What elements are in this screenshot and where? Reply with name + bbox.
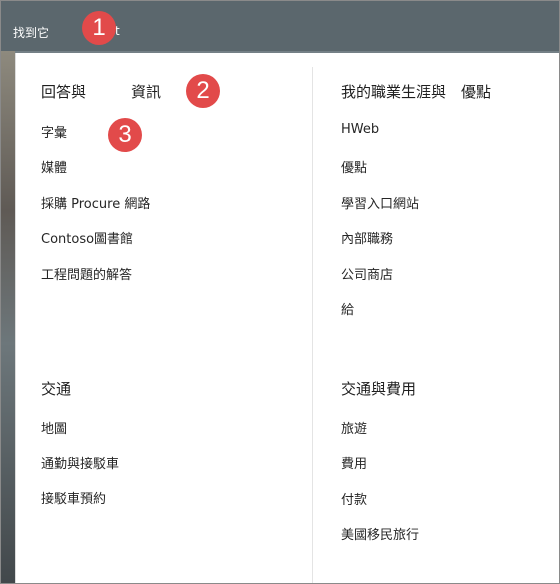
perks-link[interactable]: 優點 (341, 157, 367, 176)
payments-link[interactable]: 付款 (341, 489, 367, 508)
transport-heading[interactable]: 交通 (41, 378, 71, 399)
mega-menu-panel: 回答與 資訊 字彙 媒體 採購 Procure 網路 Contoso圖書館 工程… (15, 53, 559, 583)
learning-portal-link[interactable]: 學習入口網站 (341, 193, 419, 212)
background-image (1, 51, 15, 583)
callout-3-badge: 3 (108, 118, 142, 152)
contoso-library-link[interactable]: Contoso圖書館 (41, 228, 133, 247)
maps-link[interactable]: 地圖 (41, 418, 67, 437)
media-link[interactable]: 媒體 (41, 157, 67, 176)
career-perks-heading[interactable]: 我的職業生涯與 優點 (341, 81, 491, 102)
us-immigration-travel-link[interactable]: 美國移民旅行 (341, 524, 419, 543)
hweb-link[interactable]: HWeb (341, 122, 379, 137)
travel-expenses-heading[interactable]: 交通與費用 (341, 378, 416, 399)
glossary-link[interactable]: 字彙 (41, 122, 67, 141)
company-store-link[interactable]: 公司商店 (341, 264, 393, 283)
procure-network-link[interactable]: 採購 Procure 網路 (41, 193, 150, 212)
find-it-menu-title[interactable]: 找到它 (13, 24, 49, 41)
commute-shuttle-link[interactable]: 通勤與接駁車 (41, 453, 119, 472)
column-divider (312, 67, 313, 583)
travel-link[interactable]: 旅遊 (341, 418, 367, 437)
engineering-answers-link[interactable]: 工程問題的解答 (41, 264, 132, 283)
expenses-link[interactable]: 費用 (341, 453, 367, 472)
internal-jobs-link[interactable]: 內部職務 (341, 228, 393, 247)
give-link[interactable]: 給 (341, 299, 354, 318)
answers-info-heading[interactable]: 回答與 資訊 (41, 81, 161, 102)
callout-2-badge: 2 (186, 74, 220, 108)
callout-1-badge: 1 (82, 11, 116, 45)
app-window: 找到它 t 回答與 資訊 字彙 媒體 採購 Procure 網路 Contoso… (0, 0, 560, 584)
shuttle-booking-link[interactable]: 接駁車預約 (41, 488, 106, 507)
